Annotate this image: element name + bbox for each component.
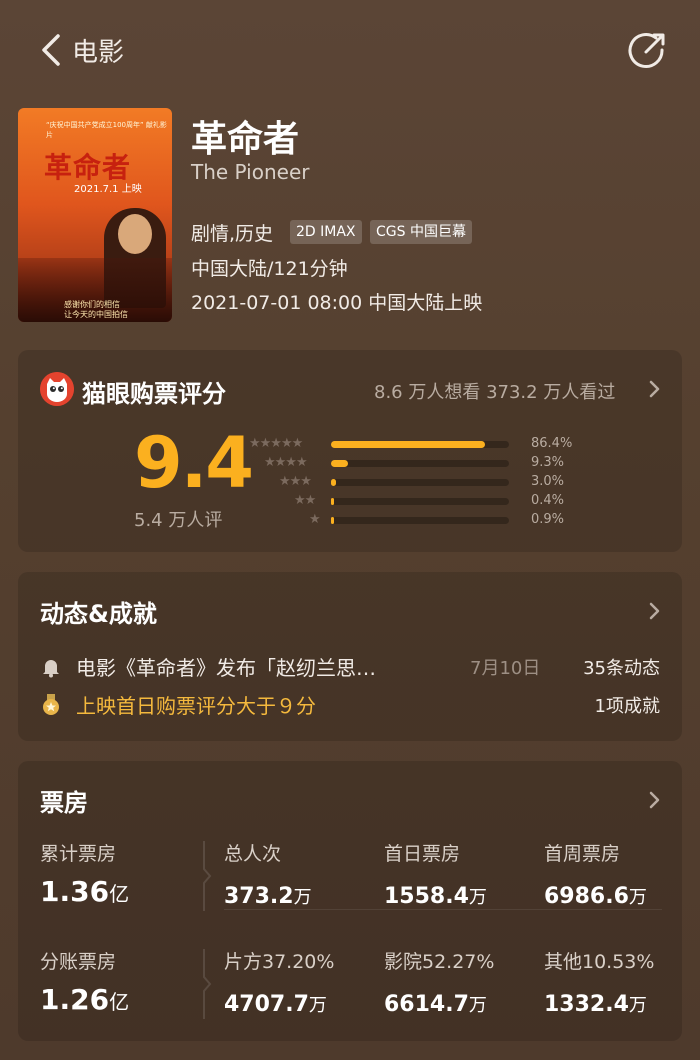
rating-percent: 0.9% [531,512,565,527]
star-icons: ★★ [294,493,316,508]
achievement-count: 1项成就 [594,696,660,717]
maoyan-cat-icon [40,372,74,406]
first-week-box-office-value: 6986.6万 [544,884,647,909]
news-item[interactable]: 电影《革命者》发布「赵纫兰思… 7月10日 35条动态 [40,652,660,682]
share-icon[interactable] [626,30,668,72]
rating-card[interactable]: 猫眼购票评分 8.6 万人想看 373.2 万人看过 9.4 5.4 万人评 ★… [18,350,682,552]
rating-bar-fill [331,517,334,524]
rating-bar-track [331,479,509,486]
rating-stats[interactable]: 8.6 万人想看 373.2 万人看过 [374,378,615,404]
cinema-share-value: 6614.7万 [384,992,487,1017]
chevron-right-icon[interactable] [648,380,662,398]
split-box-office-label: 分账票房 [40,951,117,973]
star-icons: ★★★★★ [249,436,303,451]
producer-share-label: 片方37.20% [224,951,335,973]
split-box-office-value: 1.26亿 [40,983,130,1016]
format-tag-imax: 2D IMAX [290,220,362,244]
box-office-card[interactable]: 票房 累计票房 1.36亿 总人次 373.2万 首日票房 1558.4万 首周… [18,761,682,1041]
movie-poster[interactable]: “庆祝中国共产党成立100周年” 献礼影片 革命者 2021.7.1 上映 感谢… [18,108,172,322]
rating-percent: 3.0% [531,474,565,489]
rating-distribution-row: ★★ 0.4% [248,493,578,511]
movie-release: 2021-07-01 08:00 中国大陆上映 [191,292,483,314]
first-week-box-office-label: 首周票房 [544,843,621,865]
bell-icon [43,660,59,678]
first-day-box-office-label: 首日票房 [384,843,461,865]
total-admissions-value: 373.2万 [224,884,312,909]
rating-count: 5.4 万人评 [134,510,223,531]
star-icons: ★ [309,512,321,527]
rating-bar-track [331,441,509,448]
star-icons: ★★★ [279,474,312,489]
rating-distribution-row: ★★★★★ 86.4% [248,436,578,454]
divider-bracket [203,949,212,1019]
rating-title: 猫眼购票评分 [82,380,226,408]
rating-bar-track [331,517,509,524]
chevron-right-icon[interactable] [648,791,662,809]
news-card[interactable]: 动态&成就 电影《革命者》发布「赵纫兰思… 7月10日 35条动态 上映首日购票… [18,572,682,741]
total-box-office-value: 1.36亿 [40,875,130,908]
rating-distribution-row: ★★★★ 9.3% [248,455,578,473]
rating-bar-fill [331,460,348,467]
rating-percent: 9.3% [531,455,565,470]
news-date: 7月10日 [470,658,541,679]
cinema-share-label: 影院52.27% [384,951,495,973]
rating-percent: 86.4% [531,436,573,451]
news-section-title: 动态&成就 [40,600,157,628]
poster-slogan: 感谢你们的相信 让今天的中国拍信 [64,300,128,319]
other-share-label: 其他10.53% [544,951,655,973]
total-admissions-label: 总人次 [224,843,282,865]
top-bar: 电影 [0,0,700,100]
rating-bar-fill [331,498,334,505]
movie-region-duration: 中国大陆/121分钟 [191,258,348,280]
news-headline: 电影《革命者》发布「赵纫兰思… [76,656,376,680]
nav-title: 电影 [72,38,125,68]
achievement-item[interactable]: 上映首日购票评分大于９分 1项成就 [40,690,660,720]
poster-top-text: “庆祝中国共产党成立100周年” 献礼影片 [46,121,167,139]
movie-genre: 剧情,历史 [191,223,274,245]
rating-score: 9.4 [134,422,254,504]
star-icons: ★★★★ [264,455,308,470]
producer-share-value: 4707.7万 [224,992,327,1017]
divider-bracket [203,841,212,911]
rating-distribution-row: ★★★ 3.0% [248,474,578,492]
poster-face [118,214,152,254]
chevron-right-icon[interactable] [648,602,662,620]
row-separator [224,909,662,910]
poster-date: 2021.7.1 上映 [74,184,142,195]
rating-bar-fill [331,441,485,448]
rating-bar-track [331,460,509,467]
rating-bar-track [331,498,509,505]
total-box-office-label: 累计票房 [40,843,117,865]
first-day-box-office-value: 1558.4万 [384,884,487,909]
achievement-text: 上映首日购票评分大于９分 [76,694,316,718]
other-share-value: 1332.4万 [544,992,647,1017]
movie-title: 革命者 [191,119,300,160]
box-office-title: 票房 [40,789,88,817]
movie-english-title: The Pioneer [191,160,310,184]
rating-bar-fill [331,479,337,486]
format-tag-cgs: CGS 中国巨幕 [370,220,472,244]
news-count: 35条动态 [583,658,660,679]
medal-icon [43,694,59,715]
rating-percent: 0.4% [531,493,565,508]
rating-distribution-row: ★ 0.9% [248,512,578,530]
back-arrow-icon[interactable] [36,30,76,70]
